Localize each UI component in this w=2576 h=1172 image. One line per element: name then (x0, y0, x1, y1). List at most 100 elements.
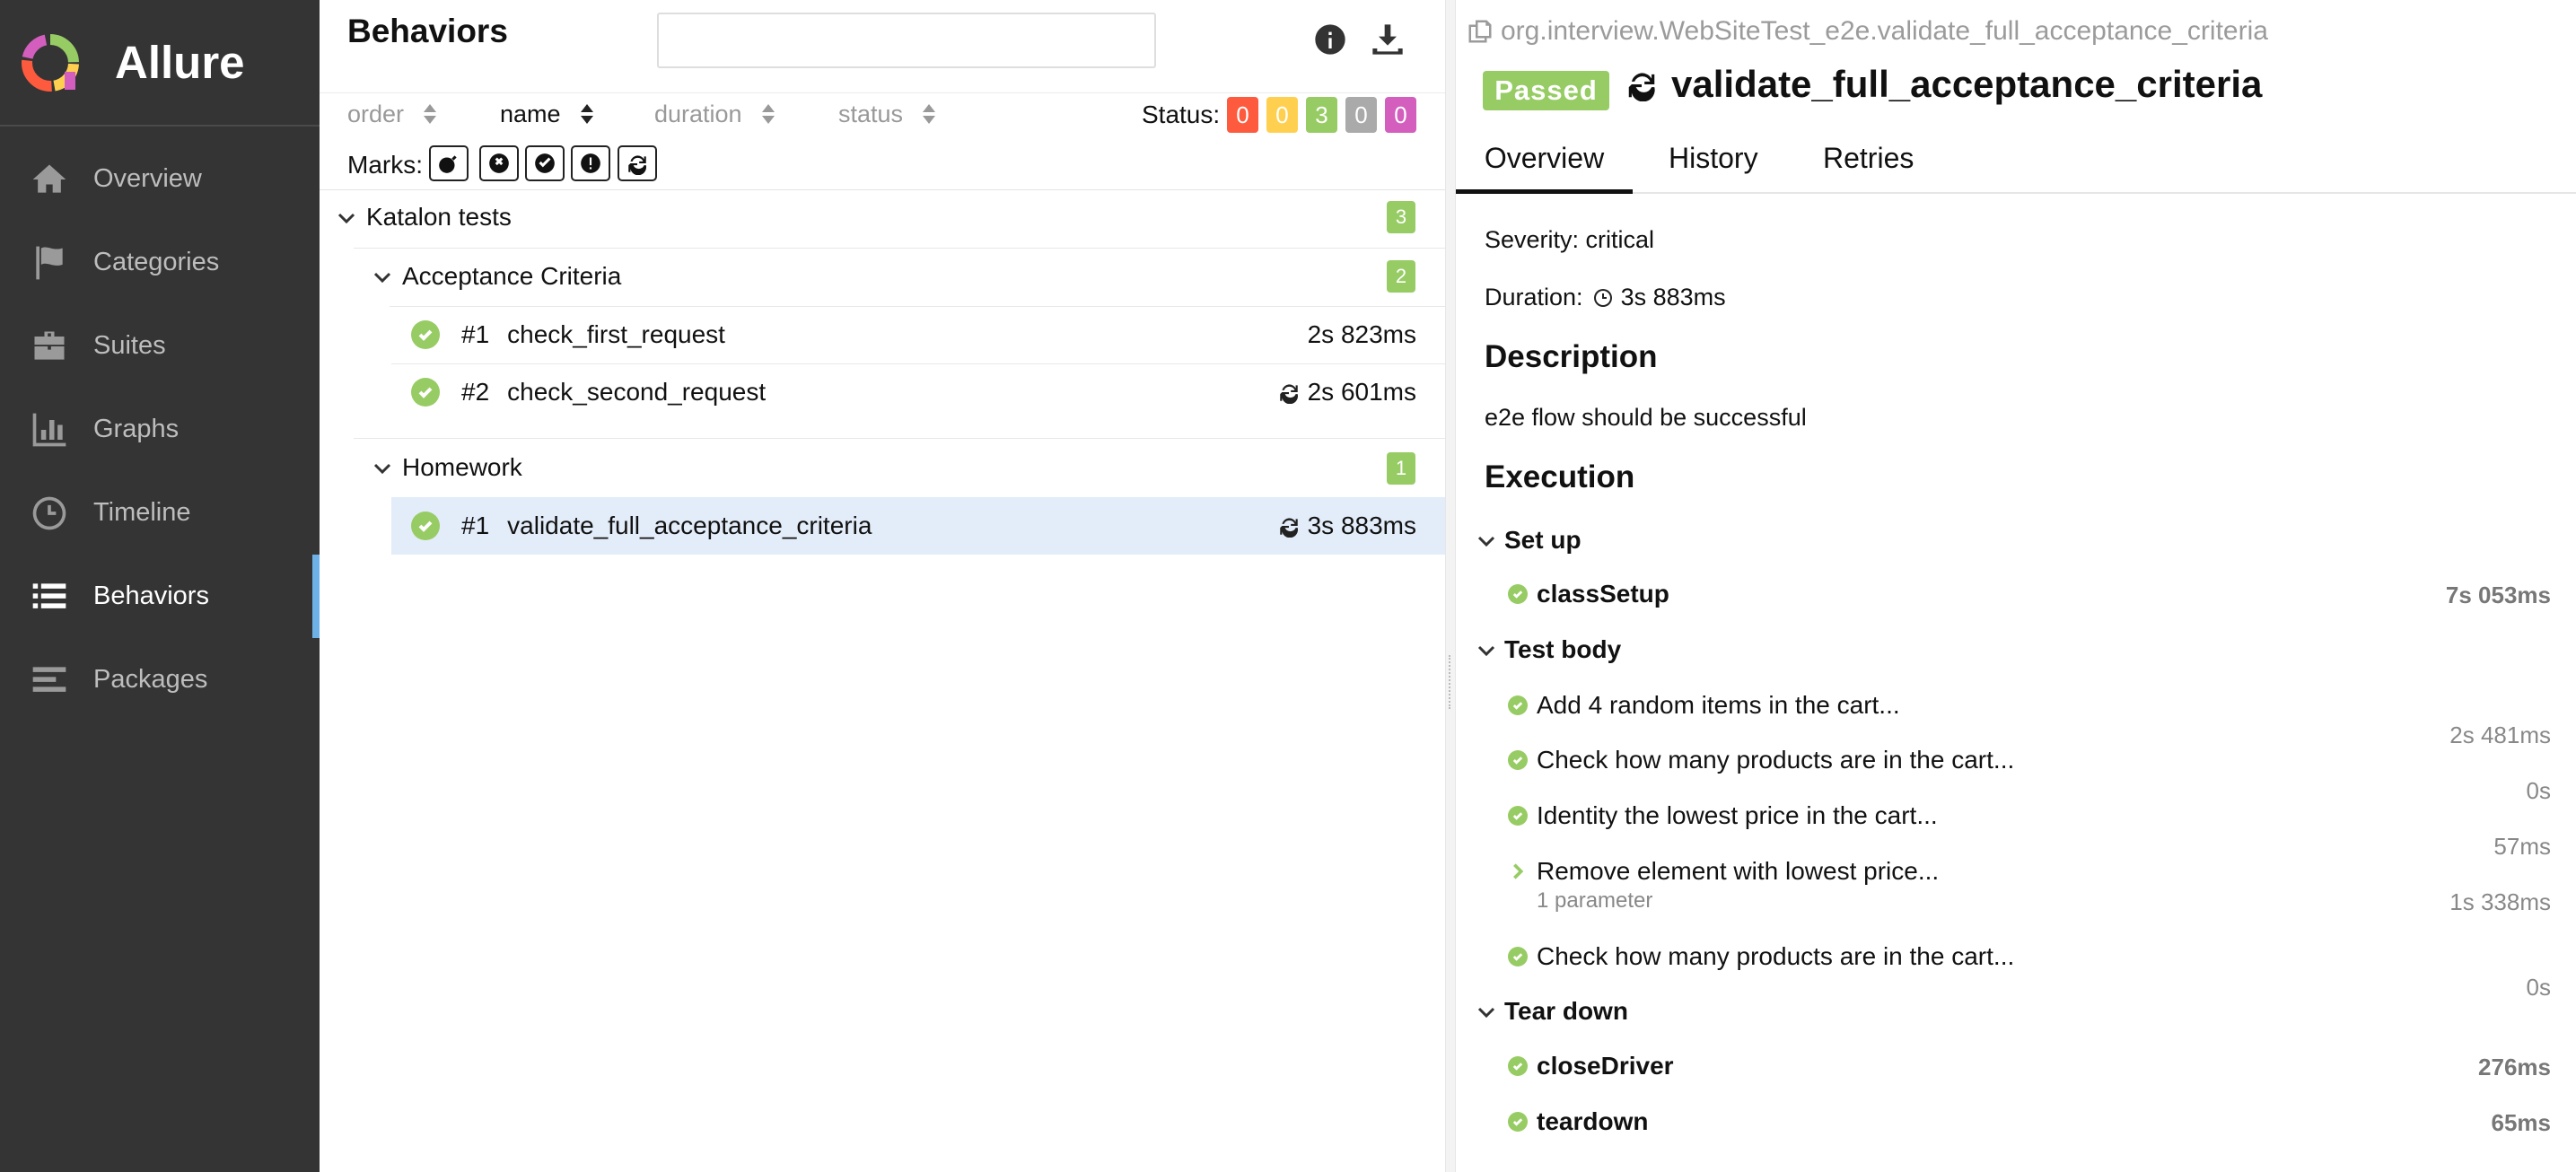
search-input[interactable] (657, 13, 1156, 68)
sidebar-item-graphs[interactable]: Graphs (0, 388, 320, 471)
mark-new-broken-button[interactable] (571, 145, 610, 181)
step-row[interactable]: classSetup (1508, 580, 1669, 608)
test-row[interactable]: #2 check_second_request 2s 601ms (391, 363, 1445, 421)
tree-group-katalon[interactable]: Katalon tests (336, 203, 512, 232)
description-heading: Description (1485, 339, 1658, 374)
status-badge-broken[interactable]: 0 (1266, 97, 1298, 133)
step-duration: 276ms (2478, 1054, 2551, 1080)
count-badge: 1 (1387, 452, 1415, 485)
info-icon[interactable] (1312, 22, 1348, 57)
drag-handle[interactable] (1449, 655, 1452, 709)
sort-arrows-icon (923, 103, 936, 126)
sidebar-item-packages[interactable]: Packages (0, 638, 320, 722)
group-label: Katalon tests (366, 203, 512, 231)
chevron-down-icon (336, 206, 357, 228)
step-row[interactable]: Add 4 random items in the cart... (1508, 691, 1900, 720)
list-icon (29, 576, 70, 617)
test-row-selected[interactable]: #1 validate_full_acceptance_criteria 3s … (391, 497, 1445, 555)
step-duration: 0s (2526, 974, 2551, 1001)
sort-arrows-icon (424, 103, 437, 126)
test-name: validate_full_acceptance_criteria (507, 512, 872, 539)
sidebar-item-timeline[interactable]: Timeline (0, 471, 320, 555)
step-name: closeDriver (1537, 1052, 1674, 1080)
step-row[interactable]: closeDriver (1508, 1052, 1674, 1080)
sidebar-item-overview[interactable]: Overview (0, 137, 320, 221)
step-row-expandable[interactable]: Remove element with lowest price... (1508, 857, 1939, 886)
passed-status-icon (1508, 1056, 1528, 1076)
behaviors-pane: Behaviors order name duration status Sta… (320, 0, 1445, 1172)
chevron-down-icon (372, 266, 393, 287)
sort-arrows-icon (761, 103, 775, 126)
test-duration: 3s 883ms (1307, 512, 1416, 539)
passed-status-icon (411, 320, 440, 349)
sidebar-item-behaviors[interactable]: Behaviors (0, 555, 320, 638)
sort-status[interactable]: status (838, 101, 936, 128)
status-badge-unknown[interactable]: 0 (1385, 97, 1416, 133)
flag-icon (29, 242, 70, 284)
home-icon (29, 159, 70, 200)
status-badge: Passed (1483, 71, 1609, 110)
step-name: Check how many products are in the cart.… (1537, 942, 2015, 970)
sort-order[interactable]: order (347, 101, 437, 128)
test-duration-wrap: 2s 601ms (1277, 378, 1416, 407)
sort-duration[interactable]: duration (654, 101, 775, 128)
chevron-right-icon (1508, 862, 1528, 881)
clock-icon (29, 493, 70, 534)
sidebar-item-categories[interactable]: Categories (0, 221, 320, 304)
tree-group-acceptance-criteria[interactable]: Acceptance Criteria (372, 262, 621, 291)
status-badge-skipped[interactable]: 0 (1345, 97, 1377, 133)
group-label: Acceptance Criteria (402, 262, 622, 290)
section-teardown[interactable]: Tear down (1476, 997, 1628, 1026)
step-duration: 7s 053ms (2445, 582, 2551, 608)
tab-overview[interactable]: Overview (1456, 136, 1633, 194)
page-title: Behaviors (347, 13, 508, 49)
sidebar-item-label: Packages (93, 665, 208, 694)
passed-status-icon (1508, 750, 1528, 770)
sidebar-item-label: Overview (93, 164, 202, 193)
passed-status-icon (1508, 1112, 1528, 1132)
step-row[interactable]: Identity the lowest price in the cart... (1508, 801, 1938, 830)
allure-logo-icon (22, 33, 79, 92)
step-duration: 65ms (2491, 1109, 2552, 1136)
pane-splitter[interactable] (1445, 0, 1456, 1172)
tab-history[interactable]: History (1669, 136, 1758, 194)
step-row[interactable]: Check how many products are in the cart.… (1508, 746, 2014, 774)
step-duration: 1s 338ms (2449, 888, 2551, 915)
mark-new-passed-button[interactable] (525, 145, 565, 181)
align-left-icon (29, 660, 70, 701)
brand[interactable]: Allure (0, 0, 320, 127)
status-badge-passed[interactable]: 3 (1306, 97, 1337, 133)
test-full-path[interactable]: org.interview.WebSiteTest_e2e.validate_f… (1467, 16, 2268, 47)
retry-icon (1279, 384, 1298, 404)
sidebar-item-suites[interactable]: Suites (0, 304, 320, 388)
tab-retries[interactable]: Retries (1823, 136, 1914, 194)
count-badge: 3 (1387, 201, 1415, 233)
tree-group-homework[interactable]: Homework (372, 453, 522, 482)
section-setup[interactable]: Set up (1476, 526, 1582, 555)
bomb-icon (439, 155, 457, 173)
test-number: #1 (461, 512, 490, 539)
sidebar-item-label: Graphs (93, 415, 180, 443)
step-name: teardown (1537, 1107, 1649, 1135)
detail-tabs: Overview History Retries (1456, 136, 2576, 194)
copy-icon (1468, 20, 1492, 43)
step-name: Identity the lowest price in the cart... (1537, 801, 1938, 829)
mark-flaky-button[interactable] (429, 145, 469, 181)
download-icon[interactable] (1370, 22, 1406, 57)
section-test-body[interactable]: Test body (1476, 635, 1621, 664)
test-name: check_second_request (507, 378, 767, 406)
step-row[interactable]: Check how many products are in the cart.… (1508, 942, 2014, 971)
mark-new-failed-button[interactable] (479, 145, 519, 181)
status-badge-failed[interactable]: 0 (1227, 97, 1258, 133)
sort-name[interactable]: name (500, 101, 593, 128)
bar-chart-icon (29, 409, 70, 450)
passed-status-icon (1508, 695, 1528, 715)
test-duration: 2s 601ms (1307, 378, 1416, 406)
times-circle-icon (489, 153, 509, 173)
test-row[interactable]: #1 check_first_request 2s 823ms (391, 306, 1445, 363)
chevron-down-icon (1476, 529, 1497, 551)
step-row[interactable]: teardown (1508, 1107, 1648, 1136)
mark-retries-button[interactable] (618, 145, 657, 181)
sidebar-item-label: Suites (93, 331, 166, 360)
passed-status-icon (411, 378, 440, 407)
